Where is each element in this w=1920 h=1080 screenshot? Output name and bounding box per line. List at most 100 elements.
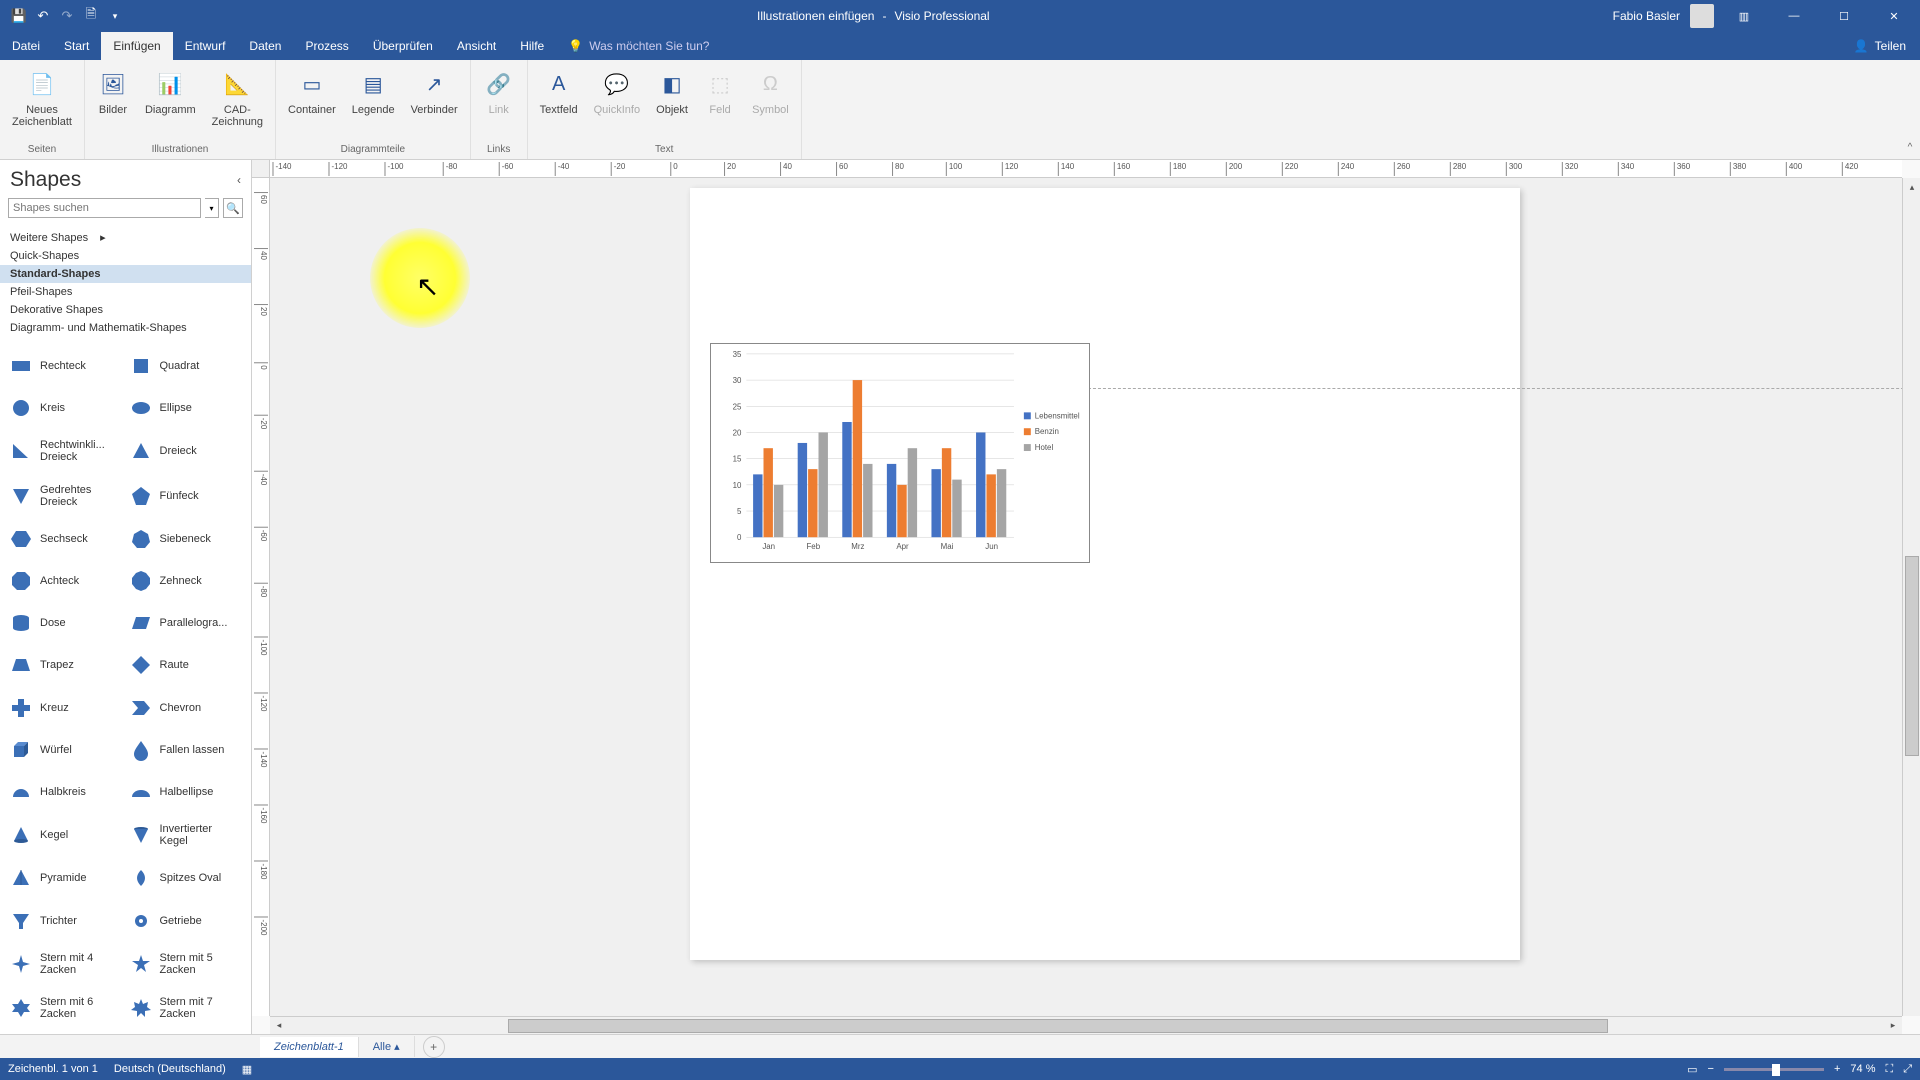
ribbon-legende[interactable]: ▤Legende [346, 64, 401, 120]
shape-stern-mit-zacken[interactable]: Stern mit 6 Zacken [6, 986, 126, 1030]
shape-siebeneck[interactable]: Siebeneck [126, 518, 246, 560]
share-icon[interactable]: 👤 [1854, 39, 1869, 53]
shape-icon [10, 997, 32, 1019]
page-tab-0[interactable]: Zeichenblatt-1 [260, 1037, 359, 1057]
zoom-in-icon[interactable]: + [1834, 1063, 1840, 1075]
stencil-quick-shapes[interactable]: Quick-Shapes [0, 247, 251, 265]
save-icon[interactable]: 💾 [10, 7, 28, 25]
stencil-weitere-shapes[interactable]: Weitere Shapes▸ [0, 228, 251, 247]
avatar[interactable] [1690, 4, 1714, 28]
share-button[interactable]: Teilen [1875, 39, 1906, 53]
scroll-left-icon[interactable]: ◂ [270, 1017, 288, 1035]
user-name[interactable]: Fabio Basler [1613, 9, 1680, 23]
macro-icon[interactable]: ▦ [242, 1063, 252, 1076]
shape-stern-mit-zacken[interactable]: Stern mit 7 Zacken [126, 986, 246, 1030]
horizontal-scrollbar[interactable]: ◂ ▸ [270, 1016, 1902, 1034]
shape-kreuz[interactable]: Kreuz [6, 687, 126, 729]
shape-trapez[interactable]: Trapez [6, 644, 126, 686]
search-icon[interactable]: 🔍 [223, 198, 243, 218]
shape-pyramide[interactable]: Pyramide [6, 857, 126, 899]
zoom-slider[interactable] [1724, 1068, 1824, 1071]
fit-page-icon[interactable]: ⛶ [1885, 1063, 1893, 1076]
shape-stern-mit-zacken[interactable]: Stern mit 5 Zacken [126, 942, 246, 986]
shape-parallelogra-[interactable]: Parallelogra... [126, 602, 246, 644]
menu-tab-hilfe[interactable]: Hilfe [508, 32, 556, 60]
menu-tab-ansicht[interactable]: Ansicht [445, 32, 508, 60]
ribbon-objekt[interactable]: ◧Objekt [650, 64, 694, 120]
vertical-scrollbar[interactable]: ▴ [1902, 178, 1920, 1016]
shape-spitzes-oval[interactable]: Spitzes Oval [126, 857, 246, 899]
shape-raute[interactable]: Raute [126, 644, 246, 686]
collapse-panel-icon[interactable]: ‹ [237, 173, 241, 187]
tell-me-input[interactable]: 💡Was möchten Sie tun? [556, 32, 721, 60]
shape-rechtwinkli-dreieck[interactable]: Rechtwinkli... Dreieck [6, 429, 126, 473]
close-button[interactable]: ✕ [1874, 0, 1914, 32]
scroll-up-icon[interactable]: ▴ [1903, 178, 1920, 196]
stencil-diagramm-und-mathematik-shapes[interactable]: Diagramm- und Mathematik-Shapes [0, 319, 251, 337]
shape-dreieck[interactable]: Dreieck [126, 429, 246, 473]
scroll-right-icon[interactable]: ▸ [1884, 1017, 1902, 1035]
shape-dose[interactable]: Dose [6, 602, 126, 644]
scroll-thumb[interactable] [1905, 556, 1919, 756]
shape-rechteck[interactable]: Rechteck [6, 345, 126, 387]
page-tab-1[interactable]: Alle ▴ [359, 1036, 415, 1057]
shape-ellipse[interactable]: Ellipse [126, 387, 246, 429]
shape-sechseck[interactable]: Sechseck [6, 518, 126, 560]
maximize-button[interactable]: ☐ [1824, 0, 1864, 32]
ribbon-collapse-icon[interactable]: ^ [1900, 60, 1920, 159]
zoom-out-icon[interactable]: − [1708, 1063, 1714, 1075]
ribbon-textfeld[interactable]: ATextfeld [534, 64, 584, 120]
ribbon-neues-zeichenblatt[interactable]: 📄Neues Zeichenblatt [6, 64, 78, 132]
shape-zehneck[interactable]: Zehneck [126, 560, 246, 602]
fullscreen-icon[interactable]: ⤢ [1903, 1063, 1912, 1076]
scroll-thumb[interactable] [508, 1019, 1608, 1033]
drawing-page[interactable]: 05101520253035JanFebMrzAprMaiJunLebensmi… [690, 188, 1520, 960]
shape-trichter[interactable]: Trichter [6, 899, 126, 941]
shape-w-rfel[interactable]: Würfel [6, 729, 126, 771]
shapes-search-input[interactable] [8, 198, 201, 218]
stencil-standard-shapes[interactable]: Standard-Shapes [0, 265, 251, 283]
ribbon-mode-icon[interactable]: ▥ [1724, 0, 1764, 32]
menu-tab-datei[interactable]: Datei [0, 32, 52, 60]
canvas-area[interactable]: -140-120-100-80-60-40-200204060801001201… [252, 160, 1920, 1034]
menu-tab-einfügen[interactable]: Einfügen [101, 32, 172, 60]
menu-tab-prozess[interactable]: Prozess [293, 32, 360, 60]
shape-quadrat[interactable]: Quadrat [126, 345, 246, 387]
search-dropdown-icon[interactable]: ▾ [205, 198, 219, 218]
shape-halbellipse[interactable]: Halbellipse [126, 771, 246, 813]
shape-invertierter-kegel[interactable]: Invertierter Kegel [126, 813, 246, 857]
shape-kreis[interactable]: Kreis [6, 387, 126, 429]
menu-tab-entwurf[interactable]: Entwurf [173, 32, 238, 60]
undo-icon[interactable]: ↶ [34, 7, 52, 25]
menu-tab-start[interactable]: Start [52, 32, 101, 60]
menu-tab-daten[interactable]: Daten [237, 32, 293, 60]
shape-fallen-lassen[interactable]: Fallen lassen [126, 729, 246, 771]
zoom-level[interactable]: 74 % [1850, 1063, 1875, 1075]
ribbon-verbinder[interactable]: ↗Verbinder [405, 64, 464, 120]
shape-gedrehtes-dreieck[interactable]: Gedrehtes Dreieck [6, 474, 126, 518]
language-label[interactable]: Deutsch (Deutschland) [114, 1063, 226, 1075]
view-full-icon[interactable]: ▭ [1687, 1063, 1697, 1076]
shape-label: Invertierter Kegel [160, 823, 242, 847]
ribbon-container[interactable]: ▭Container [282, 64, 342, 120]
menu-tab-überprüfen[interactable]: Überprüfen [361, 32, 445, 60]
doc-icon[interactable]: 🗎 [82, 7, 100, 25]
ribbon-cad-zeichnung[interactable]: 📐CAD- Zeichnung [206, 64, 269, 132]
qat-dropdown-icon[interactable]: ▾ [106, 7, 124, 25]
redo-icon[interactable]: ↷ [58, 7, 76, 25]
stencil-dekorative-shapes[interactable]: Dekorative Shapes [0, 301, 251, 319]
canvas[interactable]: 05101520253035JanFebMrzAprMaiJunLebensmi… [270, 178, 1902, 1016]
shape-stern-mit-zacken[interactable]: Stern mit 4 Zacken [6, 942, 126, 986]
add-page-button[interactable]: + [423, 1036, 445, 1058]
shape-f-nfeck[interactable]: Fünfeck [126, 474, 246, 518]
stencil-pfeil-shapes[interactable]: Pfeil-Shapes [0, 283, 251, 301]
minimize-button[interactable]: — [1774, 0, 1814, 32]
shape-halbkreis[interactable]: Halbkreis [6, 771, 126, 813]
shape-chevron[interactable]: Chevron [126, 687, 246, 729]
shape-achteck[interactable]: Achteck [6, 560, 126, 602]
shape-getriebe[interactable]: Getriebe [126, 899, 246, 941]
chart-object[interactable]: 05101520253035JanFebMrzAprMaiJunLebensmi… [710, 343, 1090, 563]
ribbon-bilder[interactable]: 🖼Bilder [91, 64, 135, 120]
shape-kegel[interactable]: Kegel [6, 813, 126, 857]
ribbon-diagramm[interactable]: 📊Diagramm [139, 64, 202, 120]
